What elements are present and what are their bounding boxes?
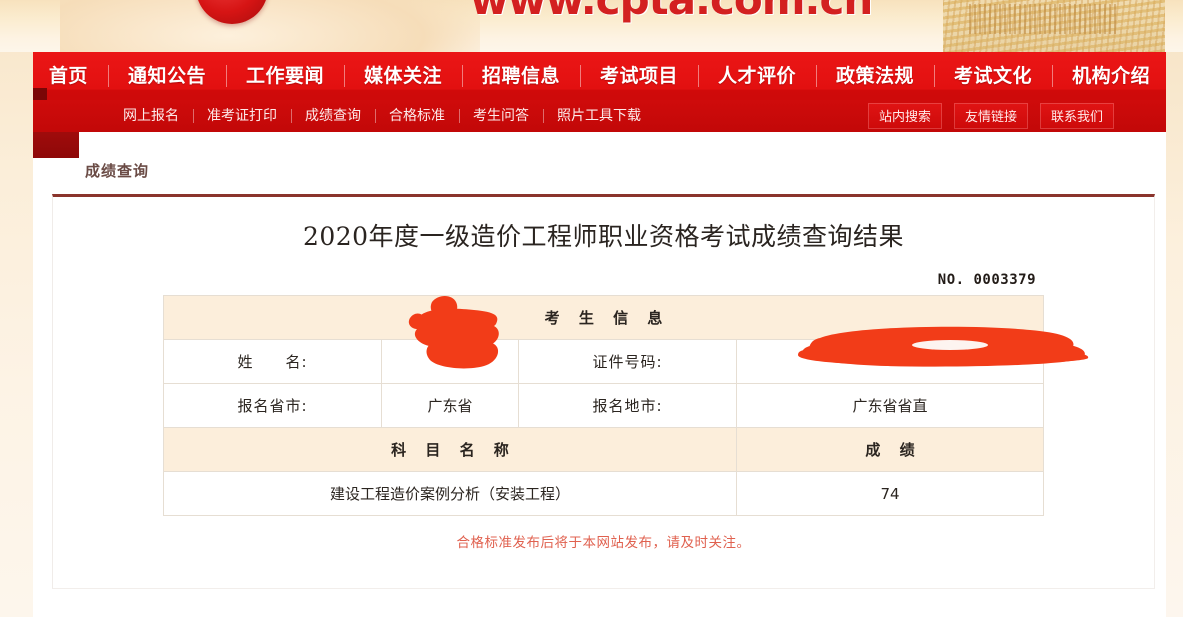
subnav-item-online-registration[interactable]: 网上报名 [109, 107, 193, 125]
primary-navigation: 首页 通知公告 工作要闻 媒体关注 招聘信息 考试项目 人才评价 政策法规 考试… [33, 52, 1166, 100]
subject-score: 74 [735, 471, 1045, 516]
name-label: 姓 名: [162, 339, 382, 384]
nav-item-exam-projects[interactable]: 考试项目 [580, 61, 698, 91]
city-value: 广东省省直 [735, 383, 1045, 428]
score-result-table: 考 生 信 息 姓 名: 证件号码: 报名省市: 广东省 报名地市: 广东省省直… [162, 295, 1045, 516]
subnav-item-score-query[interactable]: 成绩查询 [291, 107, 375, 125]
site-search-button[interactable]: 站内搜索 [867, 103, 942, 129]
nav-item-home[interactable]: 首页 [29, 61, 108, 91]
banner-decorative-art [943, 0, 1165, 52]
id-number-value [735, 339, 1045, 384]
table-row-subject-header: 科 目 名 称 成 绩 [162, 427, 1045, 472]
subnav-item-candidate-faq[interactable]: 考生问答 [459, 107, 543, 125]
page-root: www.cpta.com.cn 首页 通知公告 工作要闻 媒体关注 招聘信息 考… [0, 0, 1183, 617]
nav-item-recruitment[interactable]: 招聘信息 [461, 61, 580, 91]
subnav-item-pass-standard[interactable]: 合格标准 [375, 107, 459, 125]
table-row-name: 姓 名: 证件号码: [162, 339, 1045, 384]
page-right-margin [1166, 0, 1183, 617]
site-banner: www.cpta.com.cn [0, 0, 1183, 52]
friendly-links-button[interactable]: 友情链接 [953, 103, 1028, 129]
subject-name: 建设工程造价案例分析（安装工程） [162, 471, 737, 516]
page-title: 2020年度一级造价工程师职业资格考试成绩查询结果 [302, 222, 905, 251]
secondary-navigation-links: 网上报名 准考证打印 成绩查询 合格标准 考生问答 照片工具下载 [109, 100, 655, 132]
nav-item-work-news[interactable]: 工作要闻 [225, 61, 344, 91]
name-value [380, 339, 519, 384]
id-number-label: 证件号码: [517, 339, 737, 384]
city-label: 报名地市: [517, 383, 737, 428]
subject-name-header: 科 目 名 称 [162, 427, 737, 472]
score-header: 成 绩 [735, 427, 1045, 472]
province-value: 广东省 [380, 383, 519, 428]
table-row-region: 报名省市: 广东省 报名地市: 广东省省直 [162, 383, 1045, 428]
subnav-item-photo-tool-download[interactable]: 照片工具下载 [543, 107, 655, 125]
contact-us-button[interactable]: 联系我们 [1039, 103, 1114, 129]
nav-item-announcements[interactable]: 通知公告 [107, 61, 226, 91]
province-label: 报名省市: [162, 383, 382, 428]
banner-background-wash [60, 0, 480, 52]
candidate-info-header: 考 生 信 息 [162, 295, 1045, 340]
secondary-navigation: 网上报名 准考证打印 成绩查询 合格标准 考生问答 照片工具下载 站内搜索 友情… [33, 100, 1166, 132]
nav-item-policies[interactable]: 政策法规 [816, 61, 934, 91]
banner-site-url: www.cpta.com.cn [470, 0, 873, 24]
navigation-block: 首页 通知公告 工作要闻 媒体关注 招聘信息 考试项目 人才评价 政策法规 考试… [33, 52, 1166, 158]
breadcrumb: 成绩查询 [85, 162, 150, 180]
footnote-text: 合格标准发布后将于本网站发布，请及时关注。 [456, 535, 751, 551]
page-left-margin [0, 0, 33, 617]
nav-item-talent-evaluation[interactable]: 人才评价 [698, 61, 816, 91]
nav-item-media-focus[interactable]: 媒体关注 [343, 61, 462, 91]
result-serial-number: NO. 0003379 [937, 272, 1036, 288]
nav-item-exam-culture[interactable]: 考试文化 [934, 61, 1052, 91]
table-row-candidate-header: 考 生 信 息 [162, 295, 1045, 340]
result-panel: 2020年度一级造价工程师职业资格考试成绩查询结果 NO. 0003379 考 … [52, 194, 1155, 589]
secondary-navigation-buttons: 站内搜索 友情链接 联系我们 [867, 100, 1114, 132]
subnav-item-admission-ticket[interactable]: 准考证打印 [193, 107, 291, 125]
table-row-subject: 建设工程造价案例分析（安装工程） 74 [162, 471, 1045, 516]
nav-ribbon-fold [33, 88, 47, 100]
nav-item-about[interactable]: 机构介绍 [1052, 61, 1170, 91]
